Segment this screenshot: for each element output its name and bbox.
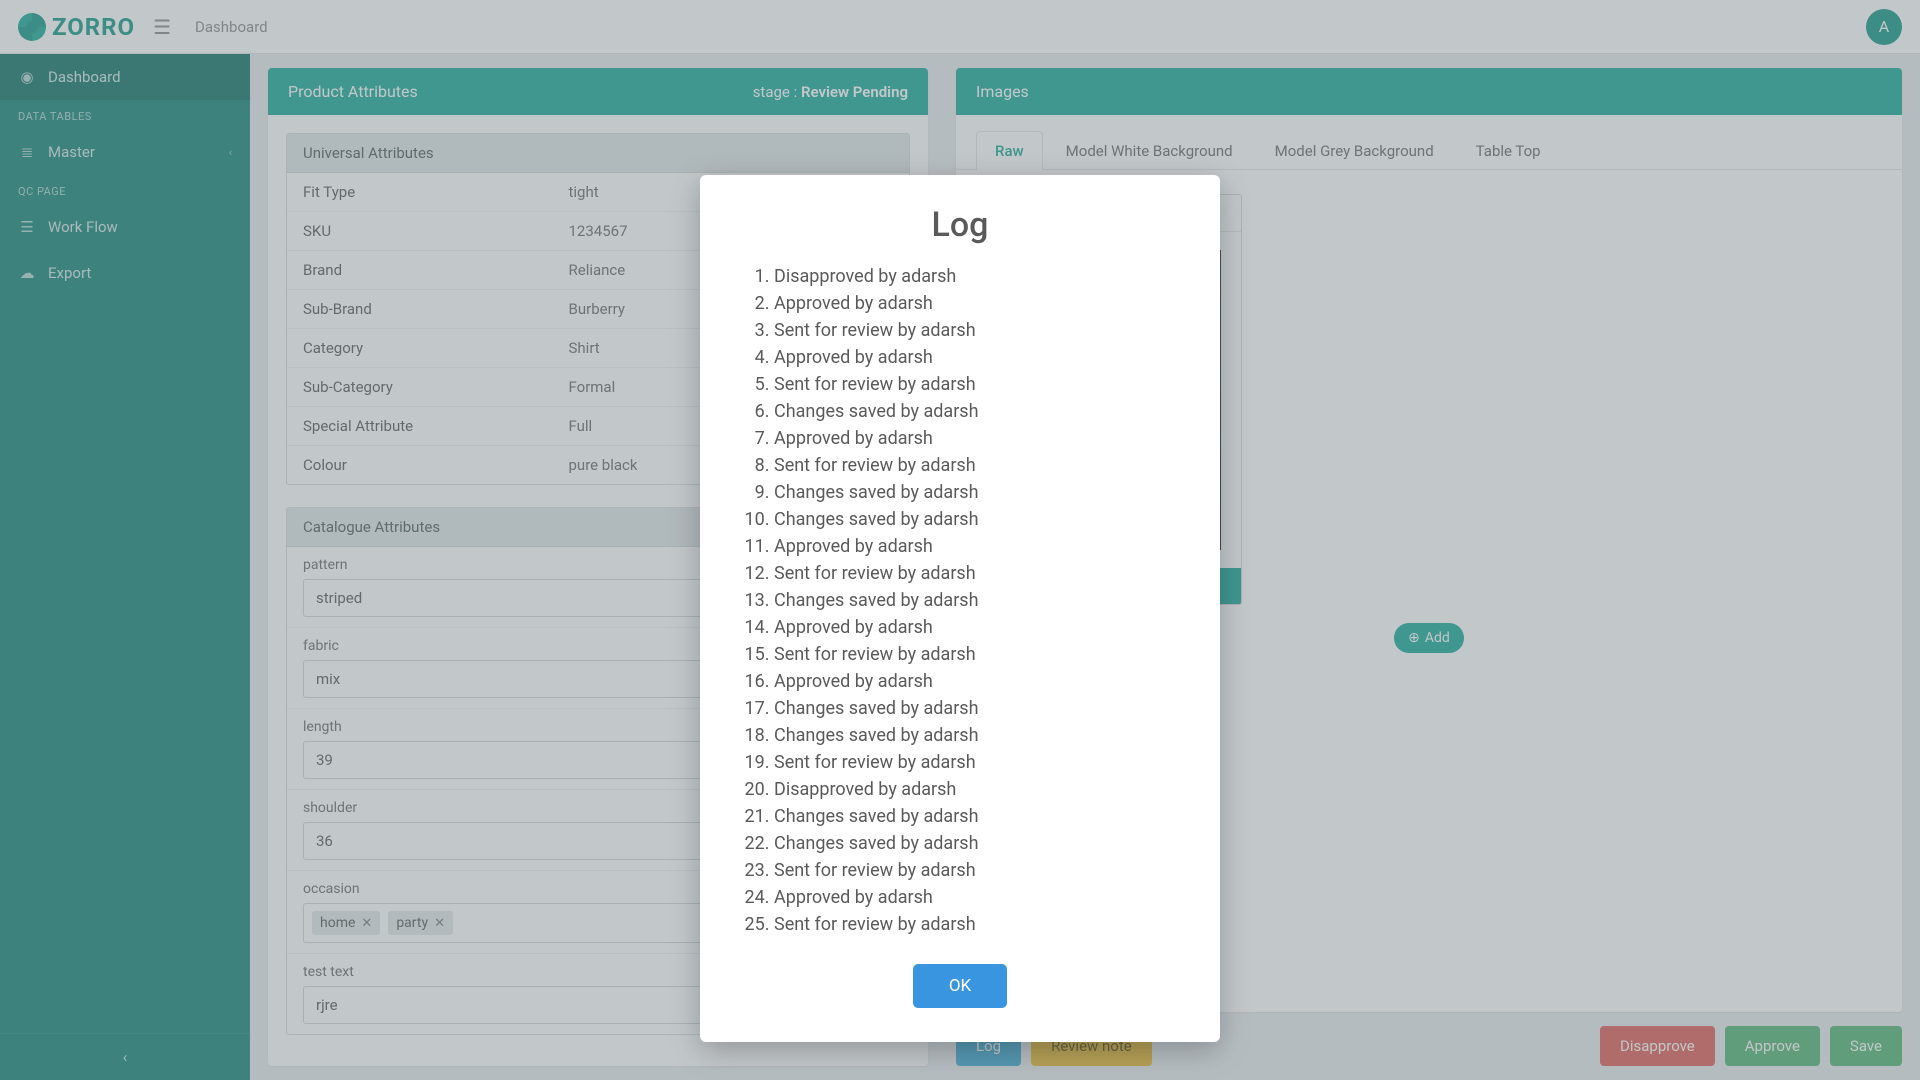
log-entry: Changes saved by adarsh (774, 722, 1176, 749)
modal-title: Log (744, 205, 1176, 245)
log-entry: Sent for review by adarsh (774, 857, 1176, 884)
log-entry: Sent for review by adarsh (774, 317, 1176, 344)
log-entry: Approved by adarsh (774, 290, 1176, 317)
log-entry: Disapproved by adarsh (774, 776, 1176, 803)
log-entry: Approved by adarsh (774, 425, 1176, 452)
ok-button[interactable]: OK (913, 964, 1007, 1008)
log-entry: Sent for review by adarsh (774, 371, 1176, 398)
log-entry: Approved by adarsh (774, 533, 1176, 560)
log-entry: Sent for review by adarsh (774, 911, 1176, 938)
log-entry: Changes saved by adarsh (774, 506, 1176, 533)
log-entry: Sent for review by adarsh (774, 452, 1176, 479)
modal-overlay[interactable]: Log Disapproved by adarshApproved by ada… (0, 0, 1920, 1080)
log-entry: Approved by adarsh (774, 614, 1176, 641)
log-entry: Approved by adarsh (774, 344, 1176, 371)
log-entry: Changes saved by adarsh (774, 398, 1176, 425)
log-entry: Changes saved by adarsh (774, 803, 1176, 830)
log-modal: Log Disapproved by adarshApproved by ada… (700, 175, 1220, 1042)
log-entry: Changes saved by adarsh (774, 479, 1176, 506)
log-entry: Sent for review by adarsh (774, 641, 1176, 668)
log-entry: Approved by adarsh (774, 668, 1176, 695)
log-entry: Sent for review by adarsh (774, 749, 1176, 776)
log-entry: Changes saved by adarsh (774, 830, 1176, 857)
log-entry: Changes saved by adarsh (774, 695, 1176, 722)
log-list: Disapproved by adarshApproved by adarshS… (744, 263, 1176, 938)
log-entry: Disapproved by adarsh (774, 263, 1176, 290)
log-entry: Approved by adarsh (774, 884, 1176, 911)
log-entry: Changes saved by adarsh (774, 587, 1176, 614)
log-entry: Sent for review by adarsh (774, 560, 1176, 587)
